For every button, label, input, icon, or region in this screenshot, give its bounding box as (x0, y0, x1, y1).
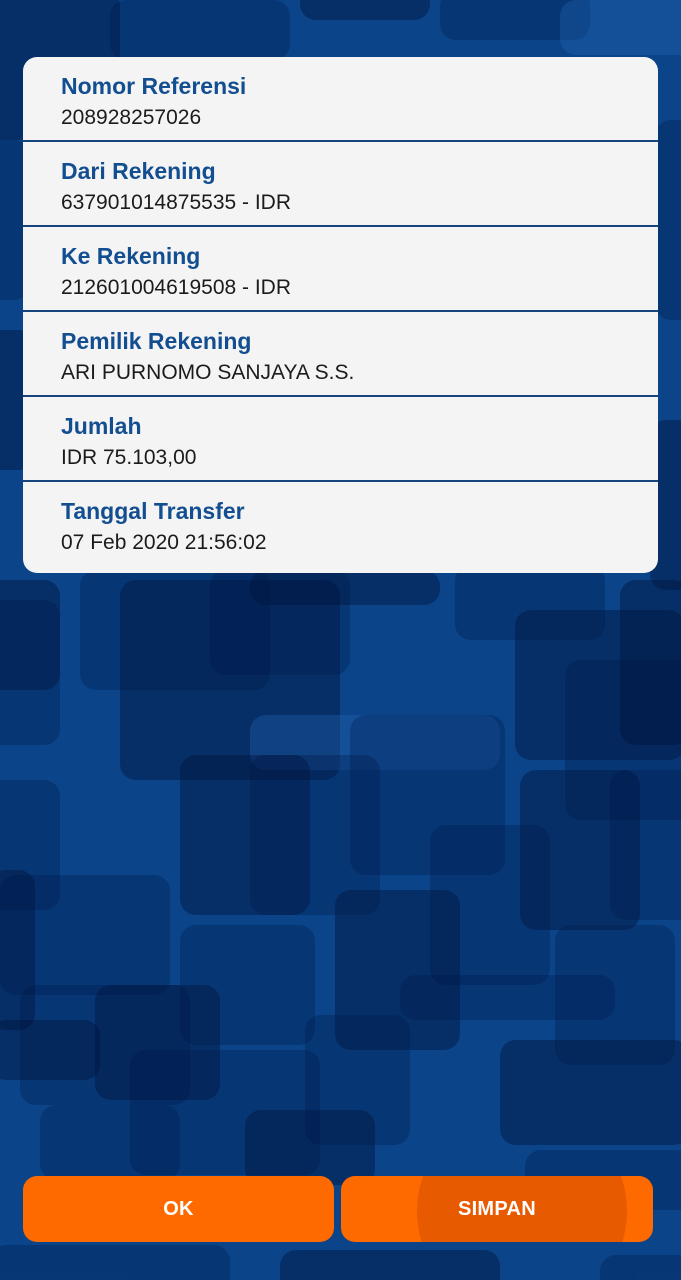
source-account-label: Dari Rekening (61, 158, 216, 184)
destination-account-value: 212601004619508 - IDR (61, 276, 292, 299)
save-button-label: SIMPAN (457, 1197, 537, 1220)
reference-number-value: 208928257026 (61, 106, 202, 129)
transaction-detail-card: Nomor Referensi 208928257026 Dari Rekeni… (23, 57, 658, 573)
reference-number-label: Nomor Referensi (61, 73, 247, 99)
amount-label: Jumlah (61, 413, 142, 439)
reference-number-row: Nomor Referensi 208928257026 (23, 57, 658, 142)
amount-row: Jumlah IDR 75.103,00 (23, 397, 658, 482)
account-owner-label: Pemilik Rekening (61, 328, 252, 354)
destination-account-label: Ke Rekening (61, 243, 201, 269)
destination-account-row: Ke Rekening 212601004619508 - IDR (23, 227, 658, 312)
ok-button[interactable]: OK (23, 1176, 334, 1242)
transfer-receipt-screen: Nomor Referensi 208928257026 Dari Rekeni… (0, 0, 681, 1280)
save-button[interactable]: SIMPAN (341, 1176, 653, 1242)
transfer-date-row: Tanggal Transfer 07 Feb 2020 21:56:02 (23, 482, 658, 567)
ok-button-label: OK (163, 1197, 194, 1220)
source-account-row: Dari Rekening 637901014875535 - IDR (23, 142, 658, 227)
source-account-value: 637901014875535 - IDR (61, 191, 292, 214)
account-owner-value: ARI PURNOMO SANJAYA S.S. (61, 361, 355, 384)
transfer-date-label: Tanggal Transfer (61, 498, 245, 524)
transfer-date-value: 07 Feb 2020 21:56:02 (61, 531, 267, 554)
amount-value: IDR 75.103,00 (61, 446, 197, 469)
account-owner-row: Pemilik Rekening ARI PURNOMO SANJAYA S.S… (23, 312, 658, 397)
